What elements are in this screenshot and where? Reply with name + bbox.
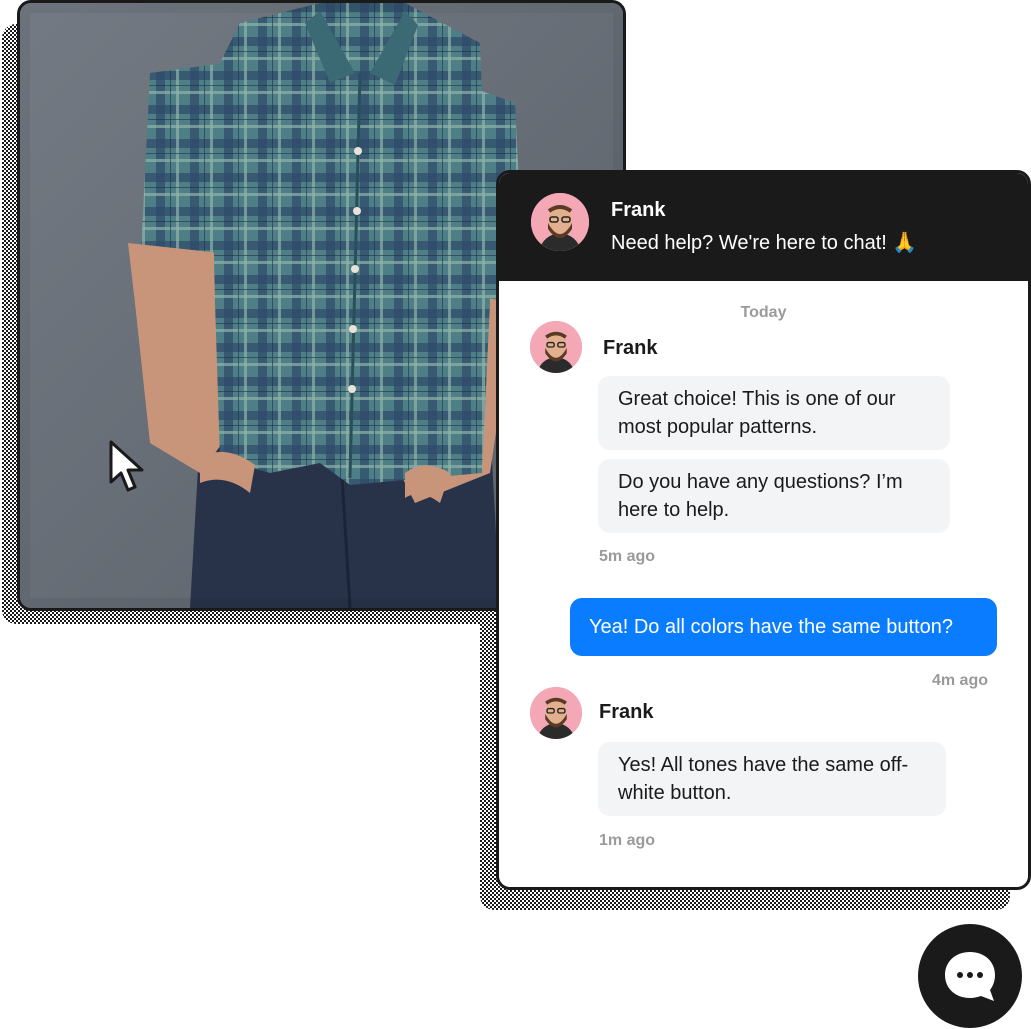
chat-header: Frank Need help? We're here to chat! 🙏 <box>499 173 1028 281</box>
agent-avatar <box>531 193 589 251</box>
chat-launcher-button[interactable] <box>918 924 1022 1028</box>
agent-message: Do you have any questions? I’m here to h… <box>598 459 950 533</box>
agent-avatar <box>530 687 582 739</box>
header-tagline: Need help? We're here to chat! 🙏 <box>611 232 918 254</box>
agent-avatar <box>530 321 582 373</box>
agent-message: Yes! All tones have the same off-white b… <box>598 742 946 816</box>
user-message: Yea! Do all colors have the same button? <box>570 598 997 656</box>
header-agent-name: Frank <box>611 199 666 221</box>
chat-window: Frank Need help? We're here to chat! 🙏 T… <box>496 170 1031 890</box>
agent-message: Great choice! This is one of our most po… <box>598 376 950 450</box>
message-timestamp: 5m ago <box>599 548 656 565</box>
chat-bubble-icon <box>945 952 995 1001</box>
message-timestamp: 4m ago <box>931 672 988 689</box>
mouse-pointer-icon <box>109 440 144 492</box>
sender-name: Frank <box>603 337 658 359</box>
message-timestamp: 1m ago <box>599 832 656 849</box>
sender-name: Frank <box>599 701 654 723</box>
day-divider: Today <box>740 304 787 321</box>
